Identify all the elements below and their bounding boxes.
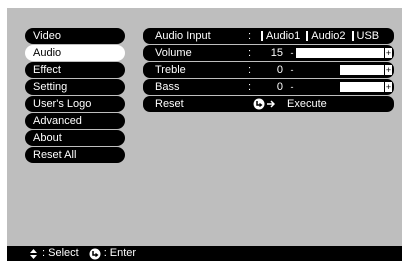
option-audio1[interactable]: Audio1 <box>261 28 300 44</box>
volume-row[interactable]: Volume : 15 - + <box>143 45 394 61</box>
separator-colon: : <box>248 30 252 42</box>
treble-slider[interactable]: - + <box>288 65 392 75</box>
menu-item-setting[interactable]: Setting <box>25 79 125 95</box>
option-usb-label: USB <box>356 30 380 42</box>
option-audio1-label: Audio1 <box>266 30 301 42</box>
option-audio2-label: Audio2 <box>311 30 346 42</box>
minus-icon: - <box>288 82 296 92</box>
option-marker-icon <box>261 31 263 41</box>
projector-menu-screen: Video Audio Effect Setting User's Logo A… <box>7 8 402 261</box>
footer-hints: : Select : Enter <box>7 246 402 261</box>
audio-input-row[interactable]: Audio Input : Audio1 Audio2 USB <box>143 28 394 44</box>
enter-button-icon <box>253 98 265 110</box>
execute-button[interactable]: Execute <box>253 96 327 112</box>
menu-item-about[interactable]: About <box>25 130 125 146</box>
volume-slider[interactable]: - + <box>288 48 392 58</box>
audio-settings-panel: Audio Input : Audio1 Audio2 USB Volume :… <box>143 28 394 112</box>
menu-item-advanced[interactable]: Advanced <box>25 113 125 129</box>
reset-row[interactable]: Reset Execute <box>143 96 394 112</box>
option-marker-icon <box>351 31 354 41</box>
treble-label: Treble <box>155 64 186 76</box>
option-usb[interactable]: USB <box>351 28 380 44</box>
separator-colon: : <box>248 47 252 59</box>
enter-button-icon <box>89 248 101 259</box>
plus-icon: + <box>384 48 392 58</box>
volume-label: Volume <box>155 47 192 59</box>
separator-colon: : <box>248 81 252 93</box>
separator-colon: : <box>248 64 252 76</box>
slider-fill <box>296 82 340 92</box>
menu-item-audio[interactable]: Audio <box>25 45 125 61</box>
menu-item-effect[interactable]: Effect <box>25 62 125 78</box>
execute-label: Execute <box>287 98 327 110</box>
audio-input-options: Audio1 Audio2 USB <box>261 28 385 44</box>
select-hint: : Select <box>29 246 79 261</box>
slider-fill <box>296 65 340 75</box>
minus-icon: - <box>288 65 296 75</box>
menu-item-users-logo[interactable]: User's Logo <box>25 96 125 112</box>
option-audio2[interactable]: Audio2 <box>306 28 346 44</box>
menu-item-reset-all[interactable]: Reset All <box>25 147 125 163</box>
bass-slider[interactable]: - + <box>288 82 392 92</box>
main-menu: Video Audio Effect Setting User's Logo A… <box>25 28 125 164</box>
bass-row[interactable]: Bass : 0 - + <box>143 79 394 95</box>
right-arrow-icon <box>267 100 275 108</box>
treble-value: 0 <box>276 64 283 76</box>
minus-icon: - <box>288 48 296 58</box>
up-down-arrows-icon <box>30 248 37 259</box>
enter-hint: : Enter <box>89 246 136 261</box>
volume-value: 15 <box>270 47 283 59</box>
enter-hint-text: : Enter <box>103 247 137 259</box>
plus-icon: + <box>384 65 392 75</box>
treble-row[interactable]: Treble : 0 - + <box>143 62 394 78</box>
select-hint-text: : Select <box>42 247 79 259</box>
menu-item-video[interactable]: Video <box>25 28 125 44</box>
reset-label: Reset <box>155 98 184 110</box>
bass-value: 0 <box>276 81 283 93</box>
audio-input-label: Audio Input <box>155 30 211 42</box>
option-marker-icon <box>306 31 309 41</box>
plus-icon: + <box>384 82 392 92</box>
bass-label: Bass <box>155 81 180 93</box>
